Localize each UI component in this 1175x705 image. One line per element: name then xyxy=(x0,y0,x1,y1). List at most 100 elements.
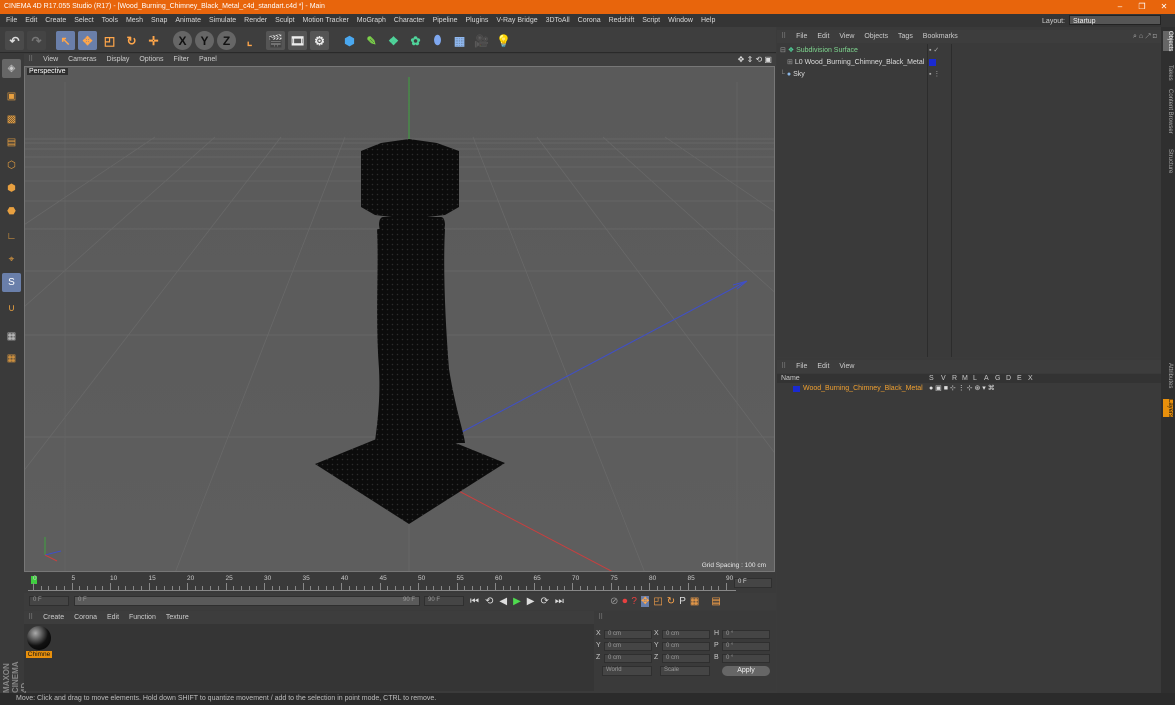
om-menu-objects[interactable]: Objects xyxy=(864,33,888,40)
previous-frame-icon[interactable]: ◀ xyxy=(499,596,507,607)
menu-vray-bridge[interactable]: V-Ray Bridge xyxy=(496,17,537,24)
position-x-field[interactable]: 0 cm xyxy=(604,630,652,639)
menu-file[interactable]: File xyxy=(6,17,17,24)
om-menu-view[interactable]: View xyxy=(839,33,854,40)
menu-render[interactable]: Render xyxy=(244,17,267,24)
autokey-icon[interactable]: ? xyxy=(631,596,637,607)
tab-attributes[interactable]: Attributes xyxy=(1163,363,1173,388)
redo-icon[interactable]: ↷ xyxy=(27,31,46,50)
coordinate-system-icon[interactable]: ⌞ xyxy=(240,31,259,50)
snap-icon[interactable]: S xyxy=(2,273,21,292)
viewport-menu-cameras[interactable]: Cameras xyxy=(68,56,96,63)
material-tag-icon[interactable] xyxy=(929,59,936,66)
move-tool-icon[interactable]: ✥ xyxy=(78,31,97,50)
material-menu-edit[interactable]: Edit xyxy=(107,614,119,621)
key-position-icon[interactable]: ✥ xyxy=(640,596,650,607)
tab-layers[interactable]: Layers xyxy=(1163,399,1173,418)
menu-mesh[interactable]: Mesh xyxy=(126,17,143,24)
object-mode-icon[interactable]: ▣ xyxy=(2,87,21,106)
workplane-icon[interactable]: ▤ xyxy=(2,133,21,152)
rotate-tool-icon[interactable]: ↻ xyxy=(122,31,141,50)
polygons-mode-icon[interactable]: ⬣ xyxy=(2,202,21,221)
render-view-icon[interactable]: 🎬 xyxy=(266,31,285,50)
z-axis-lock-button[interactable]: Z xyxy=(217,31,236,50)
menu-mograph[interactable]: MoGraph xyxy=(357,17,386,24)
om-menu-tags[interactable]: Tags xyxy=(898,33,913,40)
size-x-field[interactable]: 0 cm xyxy=(662,630,710,639)
om-menu-bookmarks[interactable]: Bookmarks xyxy=(923,33,958,40)
frame-range-slider[interactable]: 0 F 90 F xyxy=(74,596,420,606)
tab-content-browser[interactable]: Content Browser xyxy=(1163,89,1173,134)
om-menu-edit[interactable]: Edit xyxy=(817,33,829,40)
key-pla-icon[interactable]: ▦ xyxy=(690,596,699,607)
light-icon[interactable]: 💡 xyxy=(494,31,513,50)
edges-mode-icon[interactable]: ⬢ xyxy=(2,179,21,198)
om-menu-file[interactable]: File xyxy=(796,33,807,40)
visibility-dots[interactable]: ▪ ✓ xyxy=(929,45,939,57)
menu-script[interactable]: Script xyxy=(642,17,660,24)
key-parameter-icon[interactable]: P xyxy=(679,596,686,607)
tweak-mode-icon[interactable]: ⌖ xyxy=(2,250,21,269)
tab-objects[interactable]: Objects xyxy=(1163,31,1173,52)
end-frame-field[interactable]: 90 F xyxy=(424,596,464,606)
menu-animate[interactable]: Animate xyxy=(175,17,201,24)
coordinate-system-dropdown[interactable]: World xyxy=(602,666,652,676)
deformer-icon[interactable]: ⬮ xyxy=(428,31,447,50)
camera-icon[interactable]: 🎥 xyxy=(472,31,491,50)
object-row-subdivision[interactable]: ⊟ ❖ Subdivision Surface ▪ ✓ xyxy=(777,45,1161,57)
cube-primitive-icon[interactable]: ⬢ xyxy=(340,31,359,50)
viewport-nav-icons[interactable]: ✥ ⇕ ⟲ ▣ xyxy=(738,54,772,66)
timeline-end-field[interactable]: 0 F xyxy=(734,578,772,588)
expand-icon[interactable]: ⊞ xyxy=(787,59,793,66)
rotation-h-field[interactable]: 0 ° xyxy=(722,630,770,639)
om-search-icons[interactable]: ⌕ ⌂ ↗ ⊡ xyxy=(1133,30,1157,43)
record-key-icon[interactable]: ⏺ xyxy=(622,596,627,607)
planar-workplane-icon[interactable]: ▦ xyxy=(2,349,21,368)
menu-motion-tracker[interactable]: Motion Tracker xyxy=(303,17,349,24)
enable-axis-icon[interactable]: ∟ xyxy=(2,227,21,246)
material-swatch[interactable]: Chimne xyxy=(26,626,52,660)
pen-spline-icon[interactable]: ✎ xyxy=(362,31,381,50)
perspective-viewport[interactable]: Perspective Grid Spacing : 100 cm xyxy=(24,66,775,572)
menu-select[interactable]: Select xyxy=(74,17,93,24)
scale-tool-icon[interactable]: ◰ xyxy=(100,31,119,50)
object-row-chimney[interactable]: ⊞ L0 Wood_Burning_Chimney_Black_Metal xyxy=(777,57,1161,69)
layer-color-swatch[interactable] xyxy=(793,386,800,392)
material-menu-corona[interactable]: Corona xyxy=(74,614,97,621)
layer-row[interactable]: Wood_Burning_Chimney_Black_Metal ● ▣ ■ ⊹… xyxy=(777,384,1161,394)
viewport-menu-view[interactable]: View xyxy=(43,56,58,63)
material-menu-function[interactable]: Function xyxy=(129,614,156,621)
menu-plugins[interactable]: Plugins xyxy=(465,17,488,24)
menu-window[interactable]: Window xyxy=(668,17,693,24)
menu-character[interactable]: Character xyxy=(394,17,425,24)
maximize-icon[interactable]: ❐ xyxy=(1131,0,1153,14)
render-settings-icon[interactable]: ⚙ xyxy=(310,31,329,50)
rotation-b-field[interactable]: 0 ° xyxy=(722,654,770,663)
menu-corona[interactable]: Corona xyxy=(578,17,601,24)
layout-dropdown[interactable]: Startup xyxy=(1069,15,1161,25)
size-z-field[interactable]: 0 cm xyxy=(662,654,710,663)
menu-simulate[interactable]: Simulate xyxy=(209,17,236,24)
menu-create[interactable]: Create xyxy=(45,17,66,24)
texture-mode-icon[interactable]: ▩ xyxy=(2,110,21,129)
key-scale-icon[interactable]: ◰ xyxy=(653,596,662,607)
timeline-ruler[interactable]: 0 5 10 15 20 25 30 35 40 45 50 55 60 65 70 75 80 85 90 0 F xyxy=(24,573,776,593)
viewport-menu-filter[interactable]: Filter xyxy=(173,56,189,63)
x-axis-lock-button[interactable]: X xyxy=(173,31,192,50)
position-y-field[interactable]: 0 cm xyxy=(604,642,652,651)
menu-pipeline[interactable]: Pipeline xyxy=(433,17,458,24)
menu-3dtoall[interactable]: 3DToAll xyxy=(546,17,570,24)
render-picture-viewer-icon[interactable]: 🎞 xyxy=(288,31,307,50)
motion-path-icon[interactable]: ⊘ xyxy=(610,596,618,607)
viewport-menu-panel[interactable]: Panel xyxy=(199,56,217,63)
menu-edit[interactable]: Edit xyxy=(25,17,37,24)
key-rotation-icon[interactable]: ↻ xyxy=(667,596,675,607)
timeline-window-icon[interactable]: ▤ xyxy=(711,596,720,607)
subdivision-icon[interactable]: ❖ xyxy=(384,31,403,50)
close-icon[interactable]: ✕ xyxy=(1153,0,1175,14)
object-row-sky[interactable]: └ ● Sky ▪ ⋮ xyxy=(777,69,1161,81)
size-y-field[interactable]: 0 cm xyxy=(662,642,710,651)
previous-key-icon[interactable]: ⟲ xyxy=(485,596,493,607)
viewport-menu-options[interactable]: Options xyxy=(139,56,163,63)
start-frame-field[interactable]: 0 F xyxy=(29,596,69,606)
